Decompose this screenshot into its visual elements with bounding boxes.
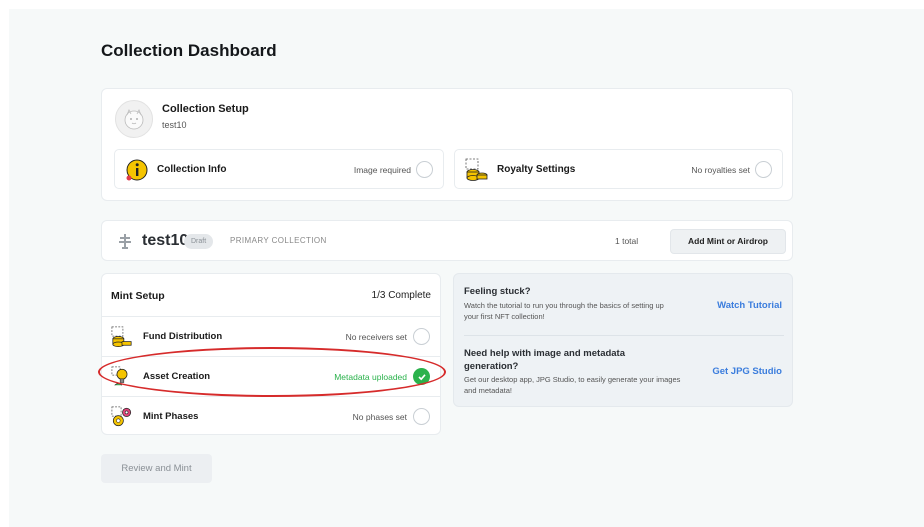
collection-info-status: Image required [353,165,411,175]
checkmark-icon [413,368,430,385]
collection-setup-title: Collection Setup [162,103,249,115]
mint-setup-header: Mint Setup 1/3 Complete [102,274,440,317]
mint-setup-title: Mint Setup [111,290,165,302]
mint-setup-progress: 1/3 Complete [371,290,431,301]
collection-info-item[interactable]: Collection Info Image required [114,149,444,189]
royalty-settings-item[interactable]: Royalty Settings No royalties set [454,149,783,189]
review-and-mint-button[interactable]: Review and Mint [101,454,212,483]
help-divider [464,335,784,336]
asset-creation-row[interactable]: Asset Creation Metadata uploaded [102,357,440,397]
collection-total: 1 total [615,236,639,246]
tree-icon [119,234,131,249]
royalty-settings-label: Royalty Settings [497,164,576,175]
fund-distribution-status: No receivers set [345,332,407,342]
gears-icon [111,406,132,427]
mint-phases-label: Mint Phases [143,411,199,422]
collection-info-radio[interactable] [416,161,433,178]
status-badge: Draft [184,234,214,249]
avatar[interactable] [115,100,153,138]
asset-creation-status: Metadata uploaded [334,372,407,382]
page-title: Collection Dashboard [101,41,277,60]
coins-icon [465,158,488,181]
collection-name: test10 [142,232,189,249]
get-jpg-studio-link[interactable]: Get JPG Studio [712,366,782,377]
collection-bar: test10 Draft PRIMARY COLLECTION 1 total … [101,220,793,261]
fund-distribution-label: Fund Distribution [143,331,223,342]
royalty-settings-radio[interactable] [755,161,772,178]
mint-phases-row[interactable]: Mint Phases No phases set [102,397,440,437]
mint-setup-card: Mint Setup 1/3 Complete Fund Distributio… [101,273,441,435]
fund-distribution-row[interactable]: Fund Distribution No receivers set [102,317,440,357]
add-mint-or-airdrop-button[interactable]: Add Mint or Airdrop [670,229,786,254]
collection-setup-card: Collection Setup test10 Collection Info … [101,88,793,201]
tutorial-title: Feeling stuck? [464,286,531,297]
watch-tutorial-link[interactable]: Watch Tutorial [717,300,782,311]
metadata-title: Need help with image and metadata genera… [464,348,626,372]
coins-icon [111,326,132,347]
royalty-settings-status: No royalties set [691,165,750,175]
asset-creation-label: Asset Creation [143,371,211,382]
mint-phases-radio[interactable] [413,408,430,425]
mint-phases-status: No phases set [352,412,407,422]
metadata-desc: Get our desktop app, JPG Studio, to easi… [464,375,681,395]
lightbulb-icon [111,366,128,386]
tutorial-desc: Watch the tutorial to run you through th… [464,301,664,321]
collection-type: PRIMARY COLLECTION [230,236,327,245]
avatar-icon [124,109,144,130]
fund-distribution-radio[interactable] [413,328,430,345]
help-card: Feeling stuck? Watch the tutorial to run… [453,273,793,407]
info-icon [126,159,148,181]
collection-setup-name: test10 [162,120,187,130]
page-background [9,9,924,527]
collection-info-label: Collection Info [157,164,227,175]
